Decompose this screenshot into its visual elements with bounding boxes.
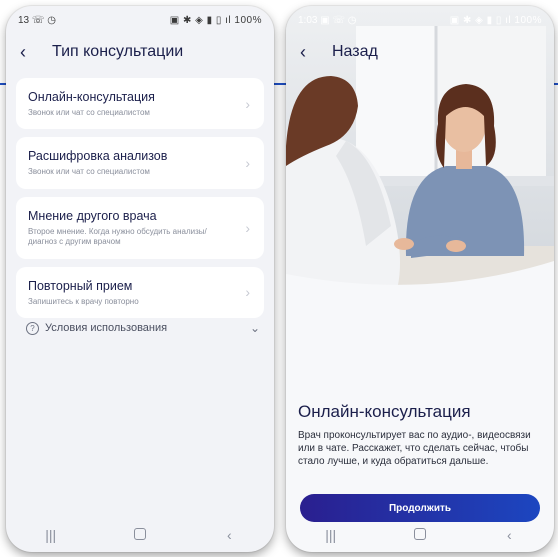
status-left: 1:03 ▣ ☏ ◷ [298, 15, 357, 26]
system-nav-bar: ||| ‹ [286, 518, 554, 552]
content-title: Онлайн-консультация [298, 402, 471, 421]
list-item-subtitle: Звонок или чат со специалистом [28, 167, 150, 177]
terms-label: Условия использования [45, 322, 168, 334]
system-nav-bar: ||| ‹ [6, 518, 274, 552]
status-bar: 1:03 ▣ ☏ ◷ ▣ ✱ ◈ ▮ ▯ ıl 100% [286, 6, 554, 34]
recents-button[interactable]: ||| [31, 527, 71, 543]
home-icon [413, 528, 426, 540]
page-title: Тип консультации [52, 43, 184, 60]
list-item-repeat-visit[interactable]: Повторный прием Запишитесь к врачу повто… [16, 266, 264, 318]
list-item-title: Мнение другого врача [28, 208, 157, 223]
back-button[interactable]: ‹ [20, 41, 42, 63]
chevron-right-icon: › [245, 284, 250, 301]
header: ‹ Назад [286, 34, 554, 70]
home-button[interactable] [120, 527, 160, 543]
back-arrow-icon: ‹ [300, 41, 306, 62]
list-item-subtitle: Звонок или чат со специалистом [28, 108, 150, 117]
back-button[interactable]: ‹ [300, 41, 322, 63]
status-bar: 13 ☏ ◷ ▣ ✱ ◈ ▮ ▯ ıl 100% [6, 6, 274, 34]
list-item-subtitle: Второе мнение. Когда нужно обсудить анал… [28, 226, 207, 247]
chevron-right-icon: › [245, 155, 250, 172]
content-text: Врач проконсультирует вас по аудио-, вид… [298, 430, 531, 467]
phone-online-consultation: 1:03 ▣ ☏ ◷ ▣ ✱ ◈ ▮ ▯ ıl 100% ‹ Назад Онл… [286, 6, 554, 552]
status-time: 13 [18, 14, 30, 26]
list-item-title: Онлайн-консультация [28, 90, 155, 104]
system-back-button[interactable]: ‹ [489, 527, 529, 543]
consultation-description: Онлайн-консультация Врач проконсультируе… [298, 402, 542, 468]
system-back-button[interactable]: ‹ [209, 527, 249, 543]
back-arrow-icon: ‹ [20, 41, 26, 62]
list-item-second-opinion[interactable]: Мнение другого врача Второе мнение. Когд… [16, 196, 264, 259]
back-label[interactable]: Назад [332, 43, 378, 61]
terms-of-use-toggle[interactable]: ? Условия использования ⌄ [26, 320, 260, 336]
chevron-down-icon: ⌄ [249, 321, 260, 335]
list-item-title: Повторный прием [28, 278, 133, 293]
chevron-right-icon: › [245, 95, 250, 112]
status-time: 1:03 [298, 14, 318, 26]
phone-consultation-type: 13 ☏ ◷ ▣ ✱ ◈ ▮ ▯ ıl 100% ‹ Тип консульта… [6, 6, 274, 552]
status-indicators: ▣ ✱ ◈ ▮ ▯ ıl 100% [449, 14, 542, 26]
list-item-title: Расшифровка анализов [28, 149, 168, 164]
consultation-list: Онлайн-консультация Звонок или чат со сп… [16, 78, 264, 326]
status-indicators: ▣ ✱ ◈ ▮ ▯ ıl 100% [169, 14, 262, 26]
status-left: 13 ☏ ◷ [18, 15, 56, 26]
home-button[interactable] [400, 527, 440, 543]
recents-button[interactable]: ||| [311, 527, 351, 543]
header: ‹ Тип консультации [6, 34, 274, 70]
status-icons: ▣ ☏ ◷ [320, 14, 357, 26]
chevron-right-icon: › [245, 219, 250, 236]
list-item-subtitle: Запишитесь к врачу повторно [28, 296, 139, 306]
home-icon [133, 528, 146, 540]
list-item-analysis[interactable]: Расшифровка анализов Звонок или чат со с… [16, 137, 264, 189]
list-item-online[interactable]: Онлайн-консультация Звонок или чат со сп… [16, 78, 264, 130]
status-icons: ☏ ◷ [31, 14, 56, 26]
help-circle-icon: ? [26, 321, 39, 335]
